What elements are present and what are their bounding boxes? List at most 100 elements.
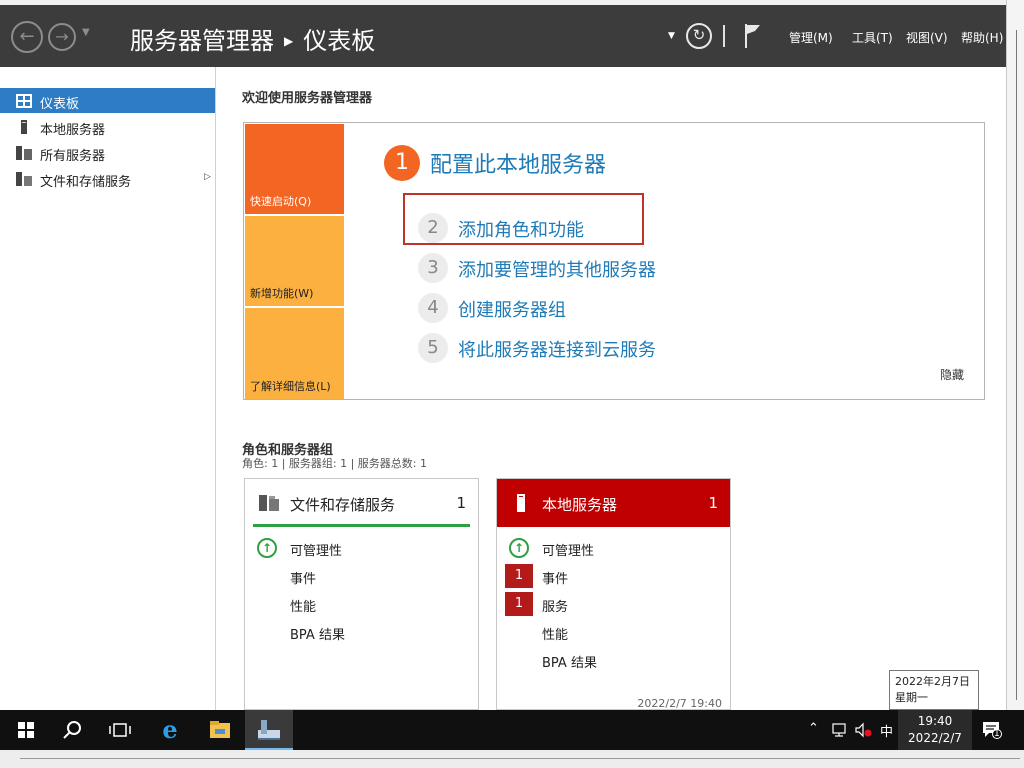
card-row-manageability[interactable]: ↑ 可管理性 xyxy=(497,535,730,561)
storage-icon xyxy=(16,172,32,186)
row-label: 可管理性 xyxy=(542,544,595,559)
tile-label: 快速启动(Q) xyxy=(250,195,312,208)
quick-start-panel: 快速启动(Q) 新增功能(W) 了解详细信息(L) 1 配置此本地服务器 2 添… xyxy=(243,122,985,400)
back-button[interactable]: ← xyxy=(11,21,43,53)
ime-indicator[interactable]: 中 xyxy=(880,721,893,740)
file-explorer-icon[interactable] xyxy=(206,716,234,744)
refresh-dropdown-icon[interactable]: ▼ xyxy=(668,31,675,41)
task-view-icon[interactable] xyxy=(106,716,134,744)
notifications-flag-icon[interactable] xyxy=(742,23,762,49)
row-label: 事件 xyxy=(542,572,569,587)
card-row-performance[interactable]: 性能 xyxy=(497,619,730,645)
sidebar-item-file-storage[interactable]: 文件和存储服务 ▷ xyxy=(0,166,215,191)
title-app: 服务器管理器 xyxy=(130,27,274,55)
row-label: 可管理性 xyxy=(290,544,343,559)
sidebar-item-label: 所有服务器 xyxy=(40,149,106,164)
sidebar-item-label: 仪表板 xyxy=(40,97,80,112)
card-timestamp: 2022/2/7 19:40 xyxy=(637,697,722,710)
status-ok-bar xyxy=(253,524,470,527)
sidebar-item-all-servers[interactable]: 所有服务器 xyxy=(0,140,215,165)
tooltip-date: 2022年2月7日 xyxy=(895,675,970,688)
internet-explorer-icon[interactable]: e xyxy=(156,716,184,744)
history-dropdown-icon[interactable]: ▼ xyxy=(82,27,90,38)
taskbar: e ⌃ 中 19:40 2022/2/7 1 xyxy=(0,710,1024,750)
card-title: 文件和存储服务 xyxy=(290,496,396,514)
notification-count: 1 xyxy=(994,729,1000,739)
menu-manage[interactable]: 管理(M) xyxy=(789,29,833,46)
sidebar-item-label: 本地服务器 xyxy=(40,123,106,138)
tooltip-weekday: 星期一 xyxy=(895,691,928,704)
menu-view[interactable]: 视图(V) xyxy=(906,29,948,46)
card-row-manageability[interactable]: ↑ 可管理性 xyxy=(245,535,478,561)
tile-quick-start[interactable]: 快速启动(Q) xyxy=(245,124,344,214)
edge-line xyxy=(1016,30,1017,700)
role-card-file-storage[interactable]: 文件和存储服务 1 ↑ 可管理性 事件 性能 BPA 结果 xyxy=(244,478,479,710)
step-2-add-roles-features[interactable]: 添加角色和功能 xyxy=(458,216,584,242)
alert-badge: 1 xyxy=(505,564,533,588)
step-4-create-server-group[interactable]: 创建服务器组 xyxy=(458,296,566,322)
card-header[interactable]: 本地服务器 1 xyxy=(497,479,730,527)
card-header[interactable]: 文件和存储服务 1 xyxy=(245,479,478,527)
card-count: 1 xyxy=(456,494,466,512)
date-tooltip: 2022年2月7日 星期一 xyxy=(889,670,979,710)
server-manager-icon xyxy=(258,720,280,740)
card-row-events[interactable]: 事件 xyxy=(245,563,478,589)
page-title: 服务器管理器 ▶ 仪表板 xyxy=(130,21,375,56)
step-3-add-other-servers[interactable]: 添加要管理的其他服务器 xyxy=(458,256,656,282)
server-manager-taskbar-button[interactable] xyxy=(245,710,293,750)
clock-time: 19:40 xyxy=(917,714,953,728)
header-bar: ← → ▼ 服务器管理器 ▶ 仪表板 ▼ ↻ 管理(M) 工具(T) 视图(V) 帮… xyxy=(0,5,1006,67)
card-row-events[interactable]: 1 事件 xyxy=(497,563,730,589)
bottom-edge xyxy=(0,750,1024,768)
sidebar-item-local-server[interactable]: 本地服务器 xyxy=(0,114,215,139)
edge-line xyxy=(20,758,1020,759)
server-icon xyxy=(21,120,27,134)
alert-badge: 1 xyxy=(505,592,533,616)
hide-link[interactable]: 隐藏 xyxy=(940,366,964,383)
breadcrumb-separator-icon: ▶ xyxy=(284,34,294,48)
tile-learn-more[interactable]: 了解详细信息(L) xyxy=(245,308,344,399)
status-ok-icon: ↑ xyxy=(509,538,529,558)
search-icon[interactable] xyxy=(58,716,86,744)
card-row-bpa[interactable]: BPA 结果 xyxy=(245,619,478,645)
tile-label: 新增功能(W) xyxy=(250,287,314,300)
title-page: 仪表板 xyxy=(303,27,376,55)
header-divider xyxy=(723,25,725,47)
volume-muted-icon[interactable] xyxy=(855,722,873,738)
role-card-local-server[interactable]: 本地服务器 1 ↑ 可管理性 1 事件 1 服务 性能 BPA 结果 2022/… xyxy=(496,478,731,710)
clock-date: 2022/2/7 xyxy=(908,731,962,745)
menu-help[interactable]: 帮助(H) xyxy=(961,29,1003,46)
tile-whats-new[interactable]: 新增功能(W) xyxy=(245,216,344,306)
sidebar: 仪表板 本地服务器 所有服务器 文件和存储服务 ▷ xyxy=(0,67,216,710)
network-icon[interactable] xyxy=(832,722,848,738)
step-number: 5 xyxy=(418,333,448,363)
roles-summary: 角色: 1 | 服务器组: 1 | 服务器总数: 1 xyxy=(242,457,428,470)
sidebar-item-label: 文件和存储服务 xyxy=(40,175,132,190)
servers-icon xyxy=(16,146,32,160)
clock[interactable]: 19:40 2022/2/7 xyxy=(900,713,970,747)
dashboard-icon xyxy=(16,94,32,108)
step-5-connect-cloud[interactable]: 将此服务器连接到云服务 xyxy=(458,336,656,362)
tile-label: 了解详细信息(L) xyxy=(250,380,331,393)
forward-button[interactable]: → xyxy=(48,23,76,51)
step-1-number: 1 xyxy=(384,145,420,181)
windows-start-icon[interactable] xyxy=(12,716,40,744)
sidebar-item-dashboard[interactable]: 仪表板 xyxy=(0,88,215,113)
card-row-services[interactable]: 1 服务 xyxy=(497,591,730,617)
tray-expand-icon[interactable]: ⌃ xyxy=(808,721,819,736)
row-label: 事件 xyxy=(290,572,317,587)
card-title: 本地服务器 xyxy=(542,496,618,514)
storage-icon xyxy=(259,495,279,511)
step-1-configure-local-server[interactable]: 配置此本地服务器 xyxy=(430,147,606,179)
step-number: 4 xyxy=(418,293,448,323)
welcome-title: 欢迎使用服务器管理器 xyxy=(242,91,373,106)
card-row-performance[interactable]: 性能 xyxy=(245,591,478,617)
card-row-bpa[interactable]: BPA 结果 xyxy=(497,647,730,673)
refresh-icon[interactable]: ↻ xyxy=(686,23,712,49)
card-count: 1 xyxy=(708,494,718,512)
expand-arrow-icon[interactable]: ▷ xyxy=(204,172,211,182)
server-manager-window: ← → ▼ 服务器管理器 ▶ 仪表板 ▼ ↻ 管理(M) 工具(T) 视图(V) 帮… xyxy=(0,5,1006,710)
row-label: 性能 xyxy=(290,600,317,615)
status-ok-icon: ↑ xyxy=(257,538,277,558)
menu-tools[interactable]: 工具(T) xyxy=(852,29,893,46)
